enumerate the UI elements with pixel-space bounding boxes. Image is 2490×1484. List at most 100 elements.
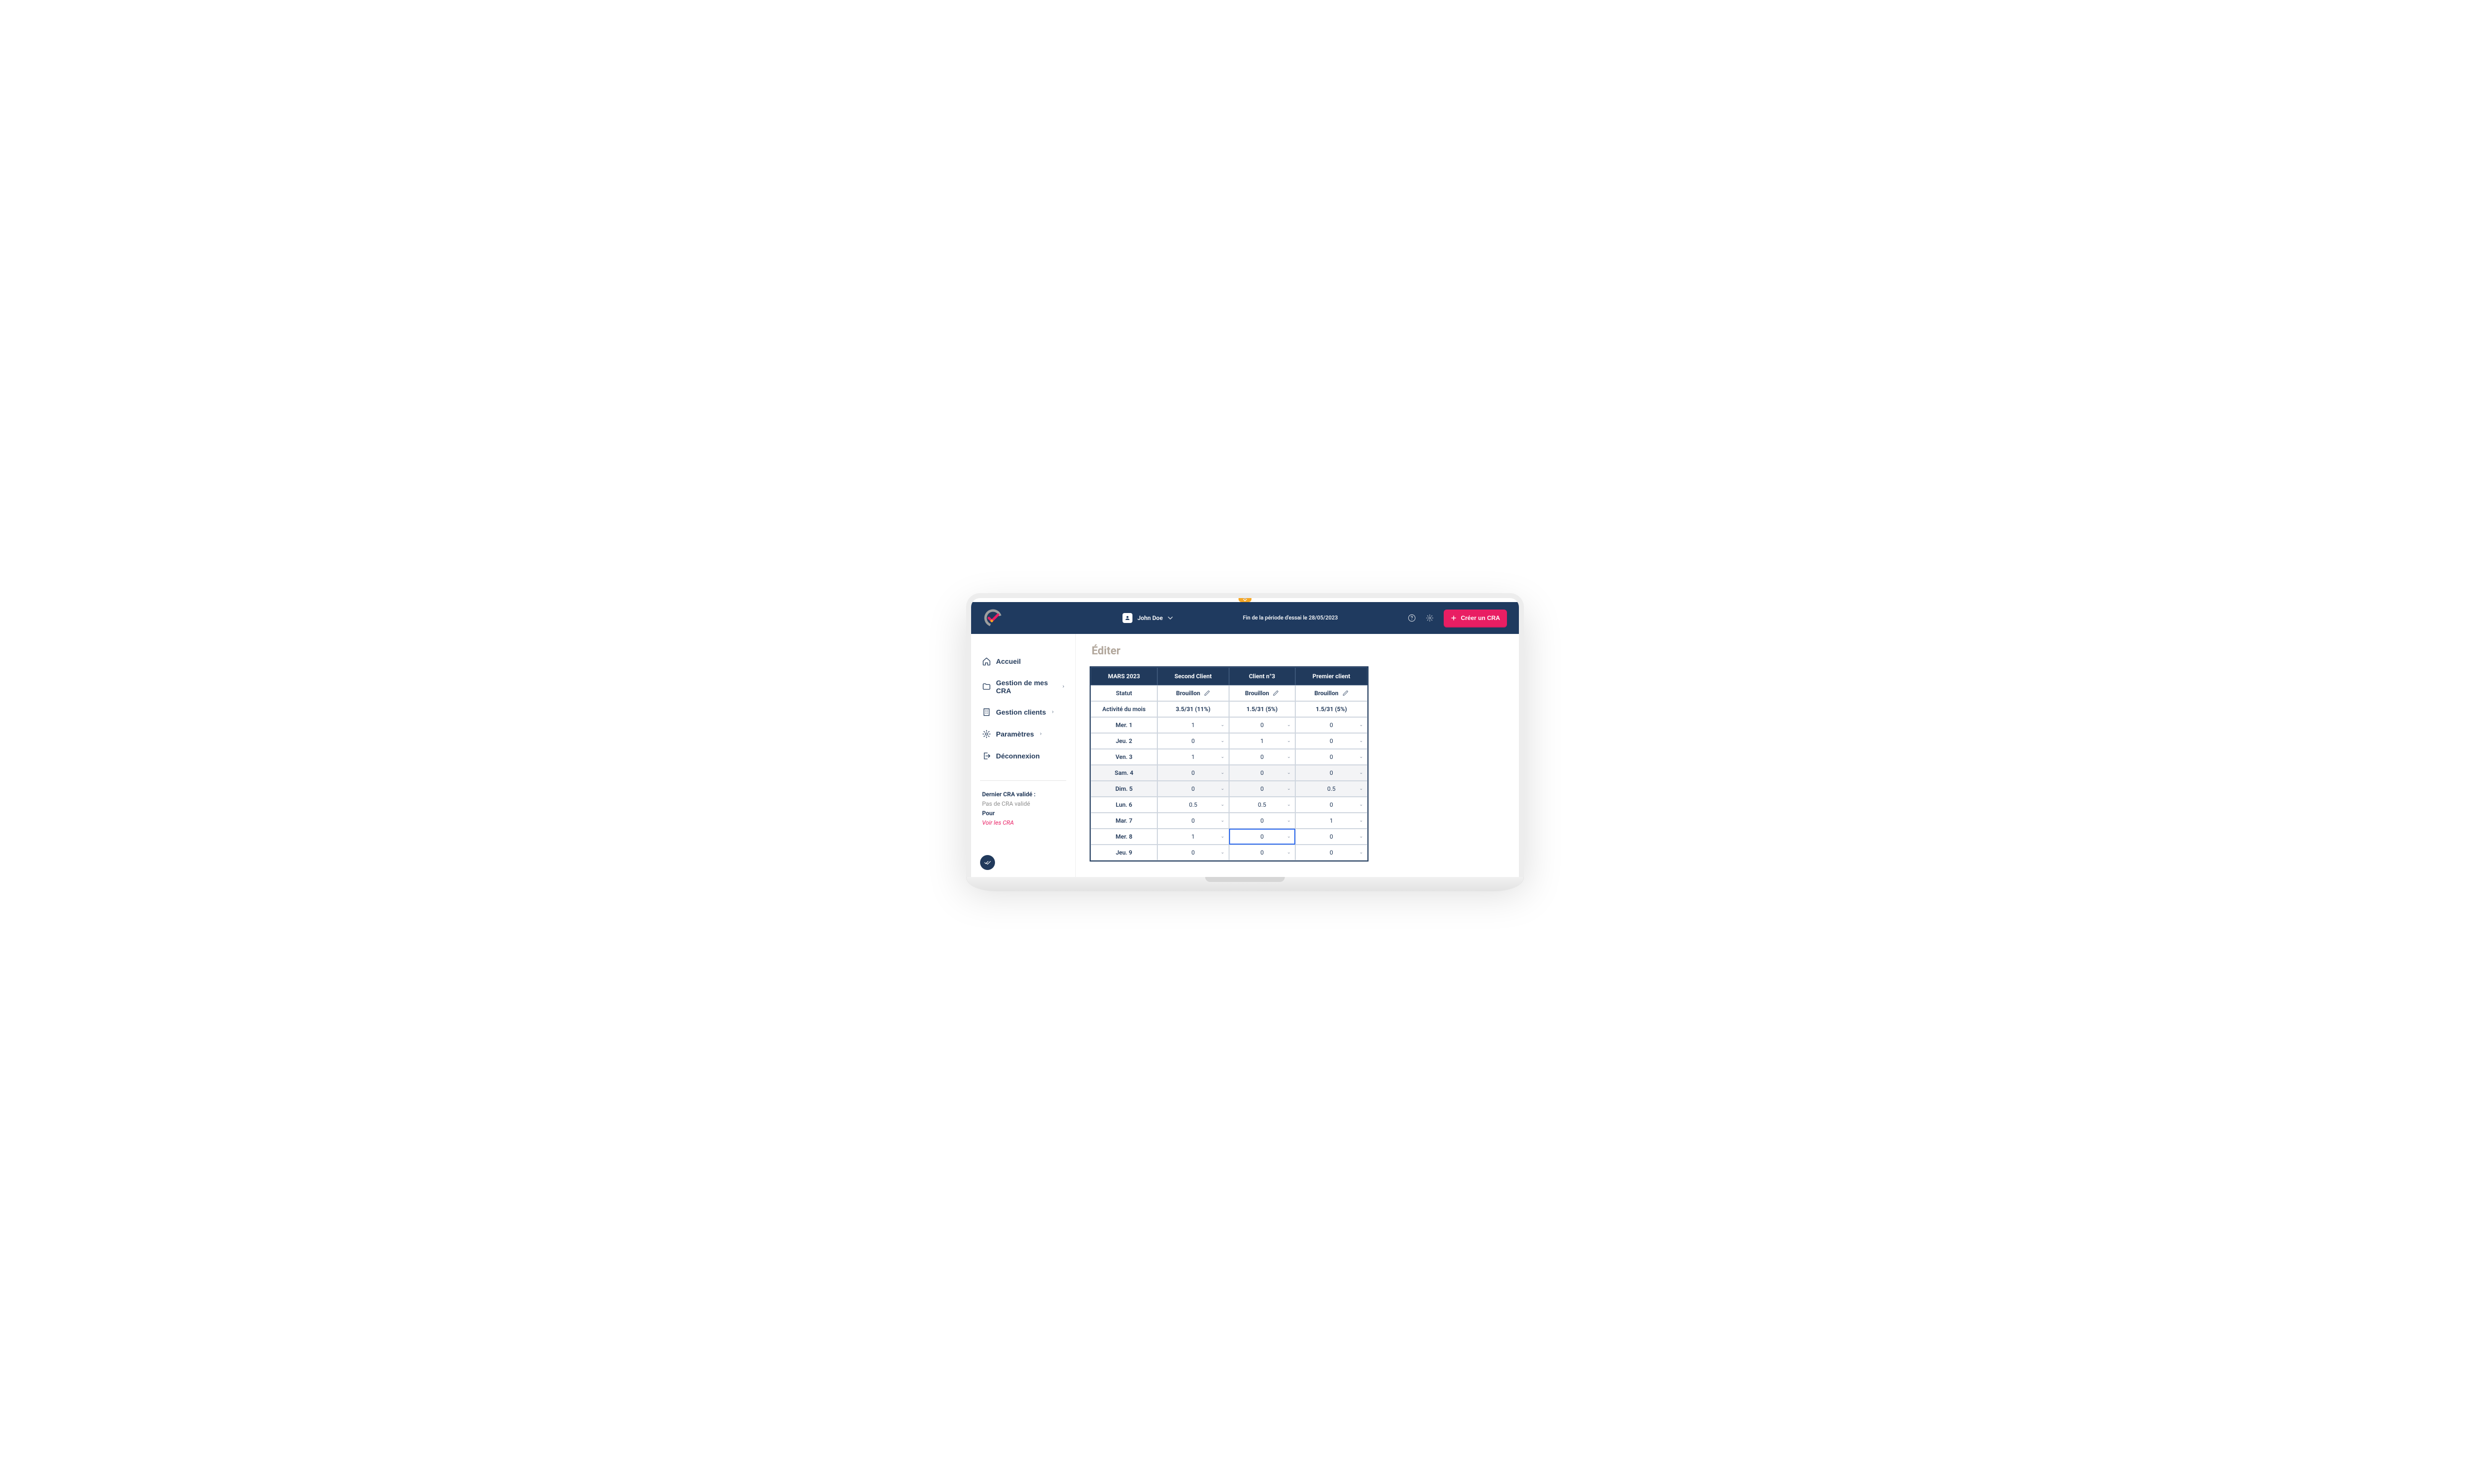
chevron-down-icon: ⌄ (1221, 818, 1225, 823)
client-header: Second Client (1157, 667, 1229, 685)
day-value-select[interactable]: 1⌄ (1157, 749, 1229, 765)
status-row-label: Statut (1091, 685, 1157, 701)
sidebar-item-label: Accueil (996, 657, 1021, 665)
day-label: Jeu. 2 (1091, 733, 1157, 749)
day-value-select[interactable]: 1⌄ (1229, 733, 1295, 749)
chevron-down-icon: ⌄ (1359, 818, 1363, 823)
user-menu[interactable]: John Doe (1122, 613, 1173, 623)
chevron-down-icon: ⌄ (1287, 818, 1291, 823)
sidebar-item-label: Gestion de mes CRA (996, 679, 1057, 695)
day-value-select[interactable]: 0⌄ (1229, 749, 1295, 765)
sidebar-item-logout[interactable]: Déconnexion (980, 746, 1066, 765)
app-header: John Doe Fin de la période d'essai le 28… (971, 602, 1519, 634)
day-label: Mer. 1 (1091, 717, 1157, 733)
day-value-select[interactable]: 1⌄ (1157, 717, 1229, 733)
sidebar-item-cra[interactable]: Gestion de mes CRA › (980, 674, 1066, 700)
sidebar-item-label: Gestion clients (996, 708, 1046, 716)
day-value-select[interactable]: 1⌄ (1157, 829, 1229, 845)
day-value-select[interactable]: 0⌄ (1157, 733, 1229, 749)
status-cell[interactable]: Brouillon (1295, 685, 1368, 701)
gear-icon (982, 730, 991, 739)
chevron-right-icon: › (1052, 709, 1053, 715)
day-value-select[interactable]: 0⌄ (1229, 765, 1295, 781)
day-label: Mar. 7 (1091, 813, 1157, 829)
activity-cell: 3.5/31 (11%) (1157, 701, 1229, 717)
user-icon (1122, 613, 1132, 623)
view-cra-link[interactable]: Voir les CRA (982, 818, 1064, 828)
day-value-select[interactable]: 0.5⌄ (1157, 797, 1229, 813)
app-logo (983, 608, 1003, 628)
day-label: Sam. 4 (1091, 765, 1157, 781)
user-name: John Doe (1137, 615, 1163, 621)
day-value-select[interactable]: 0⌄ (1295, 717, 1368, 733)
day-value-select[interactable]: 0.5⌄ (1229, 797, 1295, 813)
client-header: Client n°3 (1229, 667, 1295, 685)
activity-cell: 1.5/31 (5%) (1295, 701, 1368, 717)
day-value-select[interactable]: 0⌄ (1157, 813, 1229, 829)
chevron-down-icon: ⌄ (1287, 723, 1291, 728)
sidebar-item-clients[interactable]: Gestion clients › (980, 703, 1066, 722)
trial-period-text: Fin de la période d'essai le 28/05/2023 (1183, 615, 1398, 621)
plus-icon (1451, 615, 1457, 621)
activity-cell: 1.5/31 (5%) (1229, 701, 1295, 717)
chevron-down-icon: ⌄ (1359, 723, 1363, 728)
divider (980, 780, 1066, 781)
chevron-down-icon: ⌄ (1359, 850, 1363, 855)
day-value-select[interactable]: 0⌄ (1295, 845, 1368, 861)
day-value-select[interactable]: 0⌄ (1157, 765, 1229, 781)
chevron-down-icon: ⌄ (1221, 786, 1225, 791)
day-value-select[interactable]: 0⌄ (1229, 829, 1295, 845)
floating-action-button[interactable] (980, 855, 995, 870)
last-cra-value: Pas de CRA validé (982, 799, 1064, 809)
day-value-select[interactable]: 0⌄ (1295, 733, 1368, 749)
sidebar-item-home[interactable]: Accueil (980, 652, 1066, 671)
sidebar-item-label: Paramètres (996, 730, 1034, 738)
chevron-down-icon: ⌄ (1359, 739, 1363, 743)
last-validated-cra: Dernier CRA validé : Pas de CRA validé P… (980, 790, 1066, 828)
day-value-select[interactable]: 1⌄ (1295, 813, 1368, 829)
day-value-select[interactable]: 0⌄ (1229, 813, 1295, 829)
day-label: Dim. 5 (1091, 781, 1157, 797)
laptop-base (966, 877, 1524, 891)
chevron-down-icon: ⌄ (1221, 739, 1225, 743)
day-value-select[interactable]: 0⌄ (1295, 749, 1368, 765)
chevron-down-icon: ⌄ (1359, 802, 1363, 807)
page-title: Éditer (1092, 645, 1505, 657)
day-value-select[interactable]: 0⌄ (1295, 829, 1368, 845)
chevron-down-icon: ⌄ (1359, 754, 1363, 759)
chevron-down-icon: ⌄ (1287, 739, 1291, 743)
sidebar-item-settings[interactable]: Paramètres › (980, 725, 1066, 743)
home-icon (982, 657, 991, 666)
chevron-right-icon: › (1063, 684, 1064, 689)
day-value-select[interactable]: 0.5⌄ (1295, 781, 1368, 797)
day-label: Mer. 8 (1091, 829, 1157, 845)
double-check-icon (984, 859, 991, 866)
day-value-select[interactable]: 0⌄ (1295, 765, 1368, 781)
pencil-icon (1343, 690, 1349, 696)
chevron-down-icon: ⌄ (1359, 770, 1363, 775)
activity-row-label: Activité du mois (1091, 701, 1157, 717)
gear-icon[interactable] (1426, 614, 1434, 622)
create-cra-button[interactable]: Créer un CRA (1444, 610, 1507, 626)
day-value-select[interactable]: 0⌄ (1295, 797, 1368, 813)
day-value-select[interactable]: 0⌄ (1229, 781, 1295, 797)
pencil-icon (1273, 690, 1279, 696)
chevron-down-icon: ⌄ (1287, 850, 1291, 855)
chevron-down-icon: ⌄ (1359, 786, 1363, 791)
day-label: Jeu. 9 (1091, 845, 1157, 861)
day-value-select[interactable]: 0⌄ (1229, 845, 1295, 861)
status-cell[interactable]: Brouillon (1157, 685, 1229, 701)
chevron-down-icon: ⌄ (1287, 770, 1291, 775)
chevron-down-icon: ⌄ (1221, 723, 1225, 728)
day-value-select[interactable]: 0⌄ (1157, 845, 1229, 861)
help-icon[interactable] (1408, 614, 1416, 622)
day-value-select[interactable]: 0⌄ (1229, 717, 1295, 733)
chevron-down-icon: ⌄ (1359, 834, 1363, 839)
last-cra-for-label: Pour (982, 809, 1064, 818)
chevron-down-icon: ⌄ (1221, 770, 1225, 775)
day-value-select[interactable]: 0⌄ (1157, 781, 1229, 797)
last-cra-label: Dernier CRA validé : (982, 790, 1064, 799)
chevron-down-icon: ⌄ (1221, 802, 1225, 807)
building-icon (982, 708, 991, 717)
status-cell[interactable]: Brouillon (1229, 685, 1295, 701)
